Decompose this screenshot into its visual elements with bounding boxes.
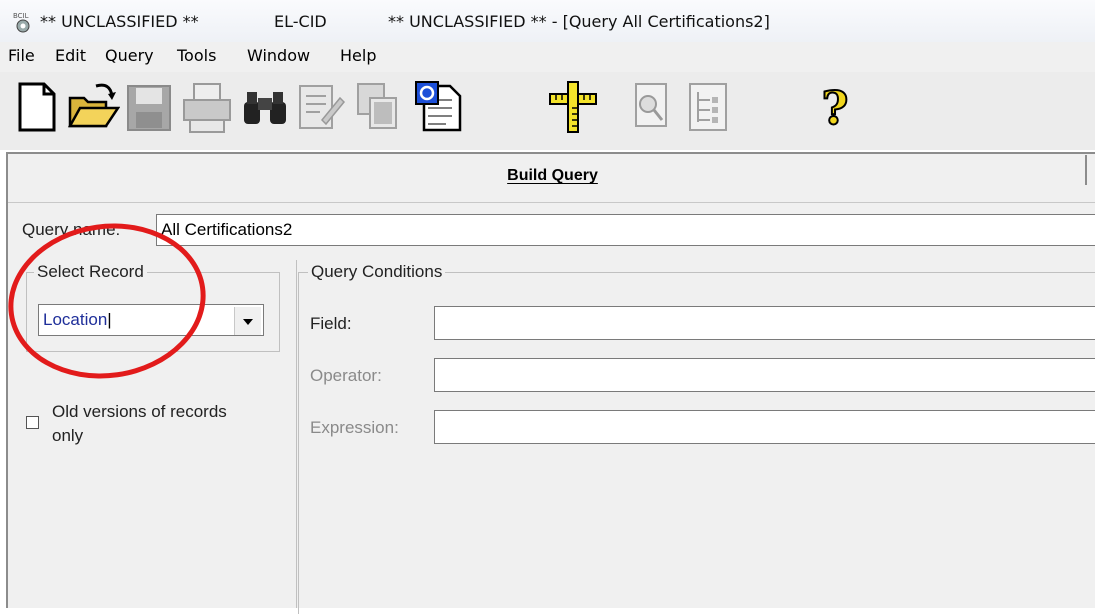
menu-file[interactable]: File (8, 46, 35, 65)
old-versions-checkbox[interactable] (26, 416, 39, 429)
svg-text:?: ? (822, 81, 849, 135)
query-name-label: Query name: (22, 220, 121, 239)
expression-input[interactable] (434, 410, 1095, 444)
build-query-panel: Build Query Query name: All Certificatio… (6, 152, 1095, 614)
classification-label: ** UNCLASSIFIED ** (40, 12, 199, 31)
operator-label: Operator: (310, 366, 382, 385)
svg-text:BCIL: BCIL (13, 12, 29, 20)
title-bar: BCIL ** UNCLASSIFIED ** EL-CID ** UNCLAS… (0, 0, 1095, 42)
toolbar: ? (0, 72, 1095, 150)
menu-help[interactable]: Help (340, 46, 376, 65)
panel-title: Build Query (507, 167, 598, 184)
open-folder-icon[interactable] (66, 78, 120, 136)
preview-magnify-icon[interactable] (626, 78, 680, 136)
old-versions-label: Old versions of records (52, 402, 227, 421)
chevron-down-icon[interactable] (234, 307, 261, 335)
query-conditions-legend: Query Conditions (308, 262, 446, 282)
menu-window[interactable]: Window (247, 46, 310, 65)
field-label: Field: (310, 314, 352, 333)
operator-input[interactable] (434, 358, 1095, 392)
export-document-icon[interactable] (412, 78, 466, 136)
app-name: EL-CID (274, 12, 327, 31)
record-type-value: Location (43, 310, 108, 329)
panel-divider (8, 202, 1095, 203)
field-input[interactable] (434, 306, 1095, 340)
elcid-app-icon[interactable]: BCIL (12, 10, 34, 34)
binoculars-find-icon[interactable] (238, 78, 292, 136)
save-icon[interactable] (122, 78, 176, 136)
select-record-legend: Select Record (34, 262, 147, 282)
menu-tools[interactable]: Tools (177, 46, 216, 65)
record-type-select[interactable]: Location| (38, 304, 264, 336)
window-title: ** UNCLASSIFIED ** - [Query All Certific… (388, 12, 770, 31)
left-column-divider (296, 260, 297, 608)
new-document-icon[interactable] (10, 78, 64, 136)
menu-query[interactable]: Query (105, 46, 154, 65)
expression-label: Expression: (310, 418, 399, 437)
menu-edit[interactable]: Edit (55, 46, 86, 65)
panel-resize-notch[interactable] (1085, 155, 1095, 185)
tree-view-icon[interactable] (684, 78, 738, 136)
old-versions-label-line2: only (52, 426, 84, 445)
query-name-input[interactable]: All Certifications2 (156, 214, 1095, 246)
copy-records-icon[interactable] (350, 78, 404, 136)
help-question-icon[interactable]: ? (808, 78, 862, 136)
edit-records-icon[interactable] (294, 78, 348, 136)
print-icon[interactable] (180, 78, 234, 136)
measure-ruler-icon[interactable] (546, 78, 600, 136)
menu-bar: File Edit Query Tools Window Help (0, 42, 1095, 73)
